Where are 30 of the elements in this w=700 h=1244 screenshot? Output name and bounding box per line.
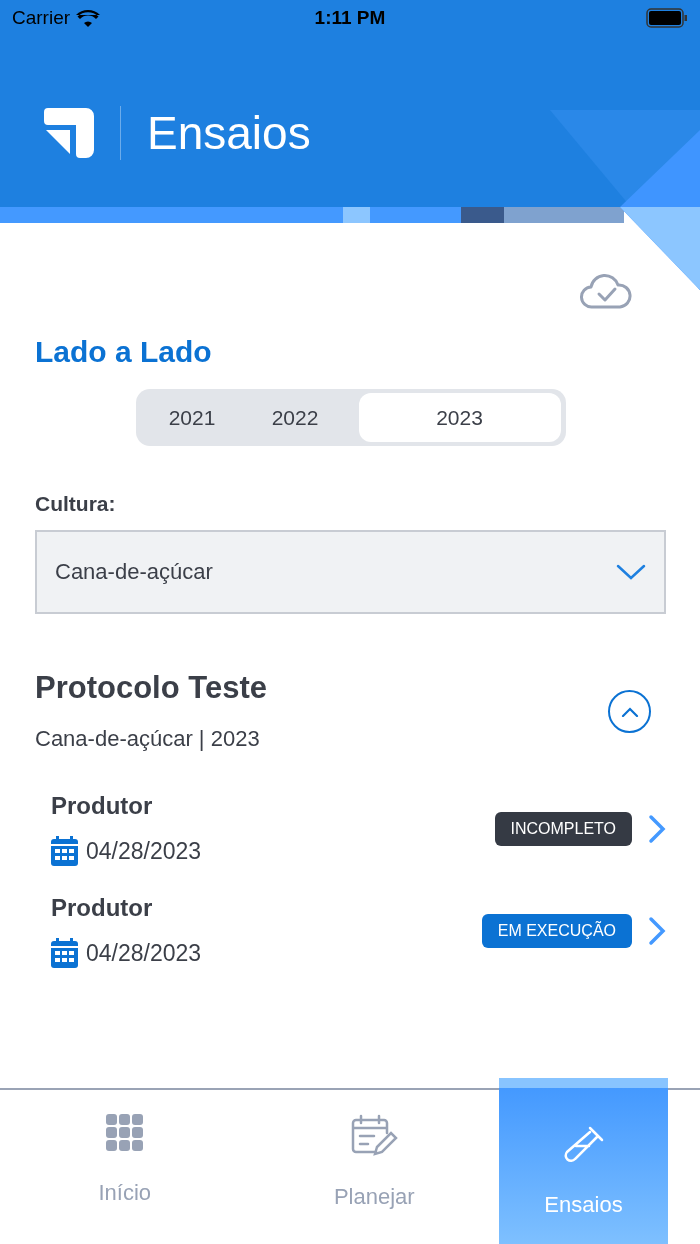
- calendar-edit-icon: [350, 1114, 399, 1156]
- producer-name: Produtor: [51, 792, 154, 820]
- protocol-subtitle: Cana-de-açúcar | 2023: [35, 726, 261, 752]
- carrier-label: Carrier: [12, 7, 71, 29]
- culture-label: Cultura:: [35, 492, 117, 516]
- clock-time: 1:11 PM: [314, 7, 386, 29]
- collapse-button[interactable]: [608, 690, 651, 733]
- protocol-title: Protocolo Teste: [35, 670, 267, 706]
- status-badge: INCOMPLETO: [494, 812, 632, 846]
- battery-icon: [646, 8, 688, 28]
- chevron-right-icon[interactable]: [648, 916, 666, 946]
- calendar-icon: [51, 938, 78, 968]
- trial-date: 04/28/2023: [86, 837, 202, 865]
- status-badge: EM EXECUÇÃO: [481, 914, 632, 948]
- chevron-up-icon: [620, 706, 639, 717]
- app-logo: [44, 108, 94, 158]
- chevron-down-icon: [616, 564, 646, 580]
- producer-name: Produtor: [51, 894, 154, 922]
- trial-date: 04/28/2023: [86, 939, 202, 967]
- wifi-icon: [76, 9, 101, 27]
- cloud-check-icon: [580, 273, 632, 309]
- section-title: Lado a Lado: [35, 335, 213, 369]
- page-title: Ensaios: [147, 106, 311, 160]
- year-tab[interactable]: 2022: [243, 393, 347, 442]
- culture-dropdown[interactable]: Cana-de-açúcar: [35, 530, 666, 614]
- chevron-right-icon[interactable]: [648, 814, 666, 844]
- year-tab[interactable]: 2023: [358, 393, 561, 442]
- year-tab[interactable]: 2021: [140, 393, 244, 442]
- calendar-icon: [51, 836, 78, 866]
- grid-icon: [105, 1114, 144, 1152]
